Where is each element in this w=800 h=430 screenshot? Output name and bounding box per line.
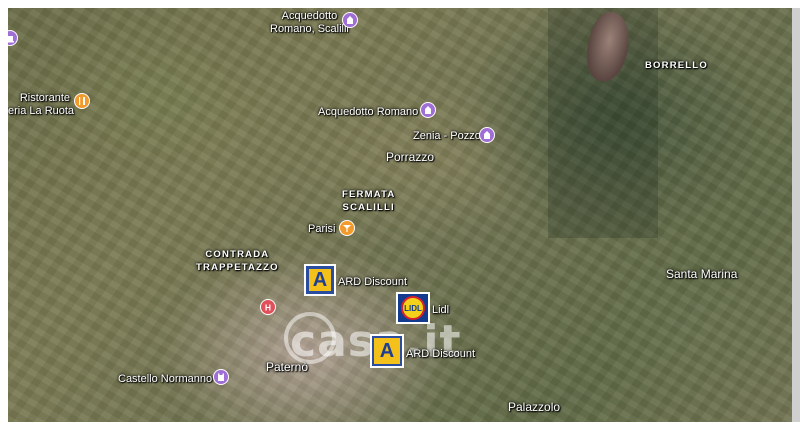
label-acquedotto-romano: Acquedotto Romano [318, 106, 419, 118]
satellite-map[interactable]: Acquedotto Romano, Scalilli Acquedotto R… [8, 8, 792, 422]
bar-icon[interactable] [339, 220, 355, 236]
label-palazzolo: Palazzolo [508, 400, 561, 414]
ard-discount-marker[interactable]: A [304, 264, 336, 296]
svg-text:H: H [265, 302, 271, 312]
label-ard-discount-1: ARD Discount [338, 276, 408, 288]
label-castello-normanno: Castello Normanno [118, 373, 213, 385]
label-ristorante: Ristorante eria La Ruota [8, 92, 75, 117]
label-paterno: Paternò [266, 360, 309, 374]
monument-icon[interactable] [342, 12, 358, 28]
restaurant-icon[interactable] [74, 93, 90, 109]
label-borrello: BORRELLO [645, 60, 708, 71]
label-santa-marina: Santa Marina [666, 267, 738, 281]
label-acquedotto-scalilli: Acquedotto Romano, Scalilli [270, 10, 349, 35]
monument-icon[interactable] [213, 369, 229, 385]
ard-logo: A [309, 269, 331, 291]
label-ard-discount-2: ARD Discount [406, 348, 476, 360]
hospital-icon[interactable]: H [260, 299, 276, 315]
label-contrada-trappetazzo: CONTRADA TRAPPETAZZO [196, 249, 279, 273]
ard-discount-marker[interactable]: A [370, 334, 404, 368]
label-porrazzo: Porrazzo [386, 150, 435, 164]
frame-shadow [792, 8, 800, 422]
monument-icon[interactable] [420, 102, 436, 118]
label-zenia-pozzo: Zenia - Pozzo [413, 130, 481, 142]
label-parisi: Parisi [308, 223, 336, 235]
lidl-logo: LIDL [404, 303, 422, 313]
monument-icon[interactable] [479, 127, 495, 143]
ard-logo: A [374, 338, 400, 364]
label-fermata-scalilli: FERMATA SCALILLI [342, 189, 396, 213]
